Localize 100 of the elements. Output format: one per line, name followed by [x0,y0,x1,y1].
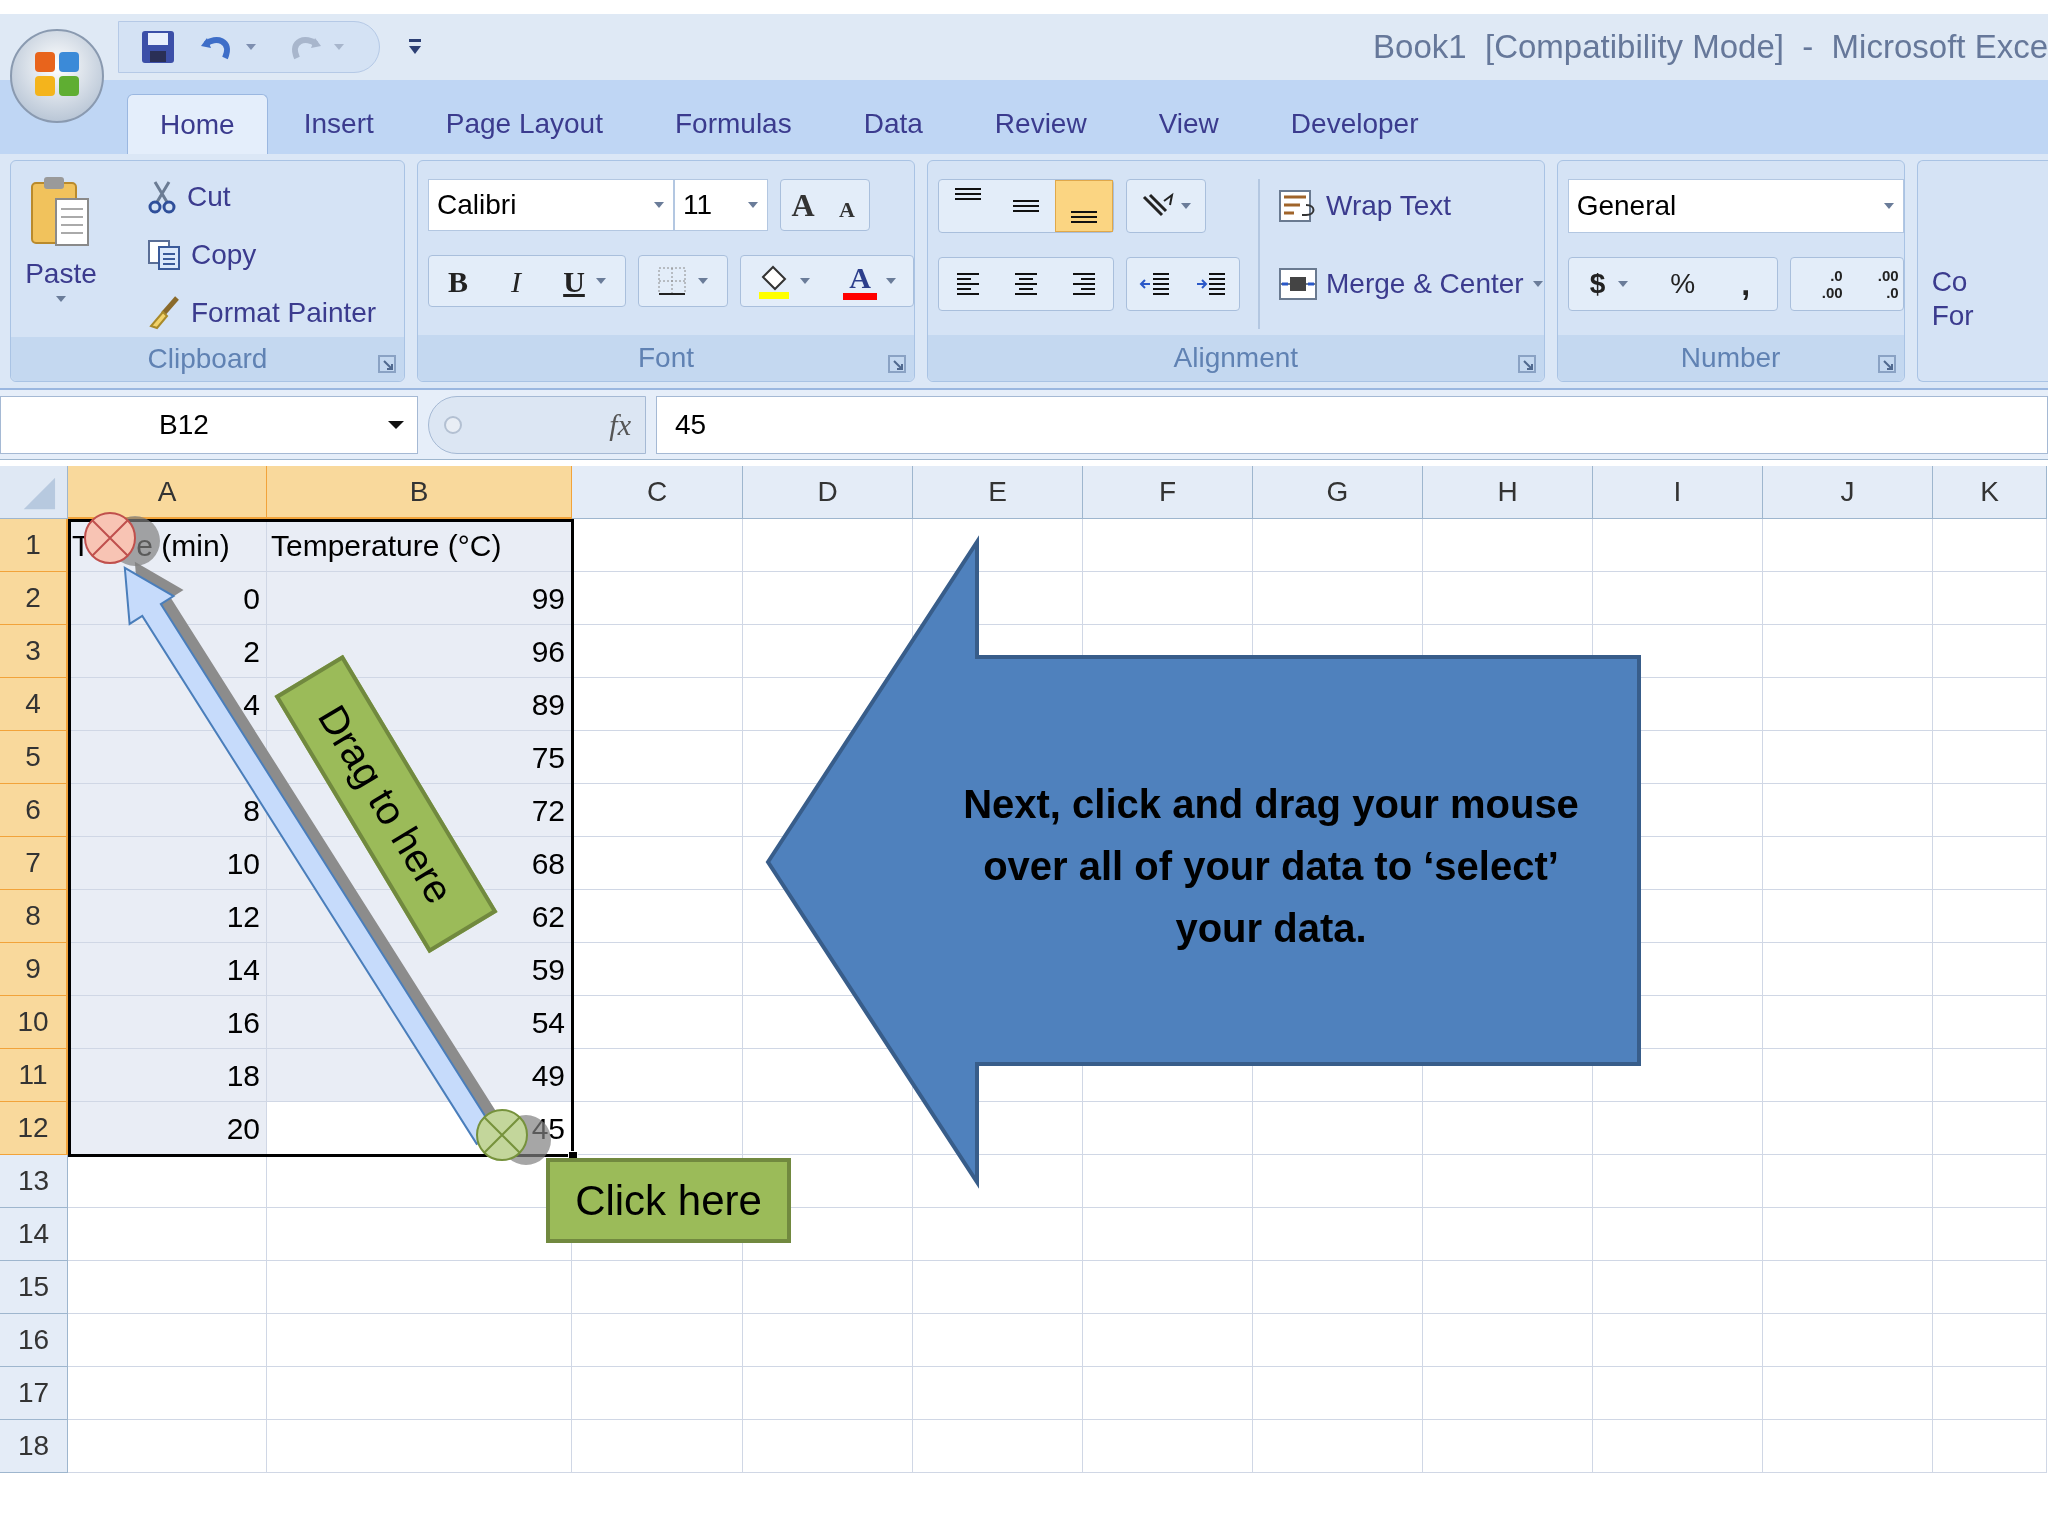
ribbon-tab[interactable]: Review [958,94,1123,154]
ribbon-tab[interactable]: Home [127,94,268,154]
table-cell[interactable]: 10 [68,837,267,890]
office-button[interactable] [9,28,105,124]
column-header[interactable]: E [913,466,1083,519]
ribbon-tab[interactable]: Page Layout [409,94,639,154]
column-header[interactable]: I [1593,466,1763,519]
select-all-button[interactable] [0,466,68,519]
table-cell[interactable]: 12 [68,890,267,943]
orientation-button[interactable] [1126,179,1206,233]
caret-icon [653,201,665,209]
column-header[interactable]: H [1423,466,1593,519]
ribbon-tab[interactable]: Developer [1254,94,1455,154]
caret-icon [697,277,709,285]
insert-function-button[interactable]: fx [609,402,631,447]
row-header[interactable]: 3 [0,625,68,678]
comma-button[interactable]: , [1714,258,1777,310]
column-header[interactable]: G [1253,466,1423,519]
borders-button[interactable] [638,255,728,307]
row-header[interactable]: 12 [0,1102,68,1155]
group-label: Number [1680,341,1781,375]
row-header[interactable]: 18 [0,1420,68,1473]
row-header[interactable]: 4 [0,678,68,731]
scissors-icon [147,180,177,214]
ribbon-tab[interactable]: Insert [267,94,410,154]
dialog-launcher-icon[interactable] [1517,355,1536,373]
row-header[interactable]: 15 [0,1261,68,1314]
table-cell[interactable]: 8 [68,784,267,837]
underline-button[interactable]: U [545,256,625,306]
group-label: Font [638,341,694,375]
formula-field[interactable]: 45 [656,395,2048,454]
table-cell[interactable]: 16 [68,996,267,1049]
table-cell[interactable]: 14 [68,943,267,996]
group-button-label[interactable]: Co [1931,265,2048,299]
copy-button[interactable]: Copy [147,231,377,279]
row-header[interactable]: 8 [0,890,68,943]
decrease-decimal-button[interactable]: .00 .0 [1846,258,1903,310]
format-painter-button[interactable]: Format Painter [147,289,377,337]
table-cell[interactable]: 18 [68,1049,267,1102]
italic-button[interactable]: I [487,256,545,306]
font-name-field[interactable]: Calibri [428,179,674,231]
row-header[interactable]: 13 [0,1155,68,1208]
row-header[interactable]: 10 [0,996,68,1049]
currency-button[interactable]: $ [1568,258,1651,310]
column-header[interactable]: J [1763,466,1933,519]
table-cell[interactable]: Temperature (°C) [267,519,572,572]
merge-center-button[interactable]: Merge & Center [1278,257,1544,311]
clipboard-icon [30,175,92,249]
number-format-field[interactable]: General [1567,179,1904,233]
table-cell[interactable]: 99 [267,572,572,625]
save-icon[interactable] [141,30,175,64]
caret-icon [594,277,607,285]
bottom-align-button[interactable] [1055,180,1113,232]
caret-icon [1531,280,1544,288]
column-header[interactable]: B [267,466,572,519]
row-header[interactable]: 7 [0,837,68,890]
row-header[interactable]: 6 [0,784,68,837]
group-label: Alignment [1173,341,1299,375]
ribbon-tab[interactable]: Data [827,94,959,154]
increase-decimal-button[interactable]: .0 .00 [1790,258,1847,310]
bold-button[interactable]: B [429,256,487,306]
ribbon-tab[interactable]: View [1122,94,1255,154]
row-header[interactable]: 9 [0,943,68,996]
row-header[interactable]: 14 [0,1208,68,1261]
row-header[interactable]: 16 [0,1314,68,1367]
ribbon-tab[interactable]: Formulas [639,94,828,154]
column-header[interactable]: F [1083,466,1253,519]
grow-font-button[interactable]: A [781,180,825,230]
color-bar-icon [843,292,877,300]
paste-button[interactable]: Paste [11,161,111,337]
caret-icon [1617,280,1630,288]
customize-icon[interactable] [408,38,422,56]
dialog-launcher-icon[interactable] [888,355,906,373]
caret-icon [55,295,67,303]
wrap-text-button[interactable]: Wrap Text [1278,179,1544,233]
column-header[interactable]: K [1933,466,2047,519]
dropdown-arrow-icon [387,419,405,430]
table-cell[interactable]: 96 [267,625,572,678]
dialog-launcher-icon[interactable] [378,355,396,373]
column-header[interactable]: A [68,466,267,519]
table-cell[interactable]: 20 [68,1102,267,1155]
click-hint-tooltip: Click here [546,1158,791,1243]
dialog-launcher-icon[interactable] [1877,355,1896,373]
group-button-label[interactable]: For [1931,299,2048,333]
column-header[interactable]: D [743,466,913,519]
row-header[interactable]: 11 [0,1049,68,1102]
column-header[interactable]: C [572,466,743,519]
shrink-font-button[interactable]: A [825,180,869,230]
cell-text: e (min) [136,527,230,564]
row-header[interactable]: 2 [0,572,68,625]
align-lines-icon [1013,200,1039,212]
font-size-field[interactable]: 11 [674,179,768,231]
name-box[interactable]: B12 [0,395,418,454]
cut-button[interactable]: Cut [147,173,377,221]
paintbrush-icon [147,296,181,330]
font-color-button[interactable]: A [827,256,913,306]
row-header[interactable]: 5 [0,731,68,784]
row-header[interactable]: 17 [0,1367,68,1420]
row-header[interactable]: 1 [0,519,68,572]
percent-button[interactable]: % [1650,258,1715,310]
